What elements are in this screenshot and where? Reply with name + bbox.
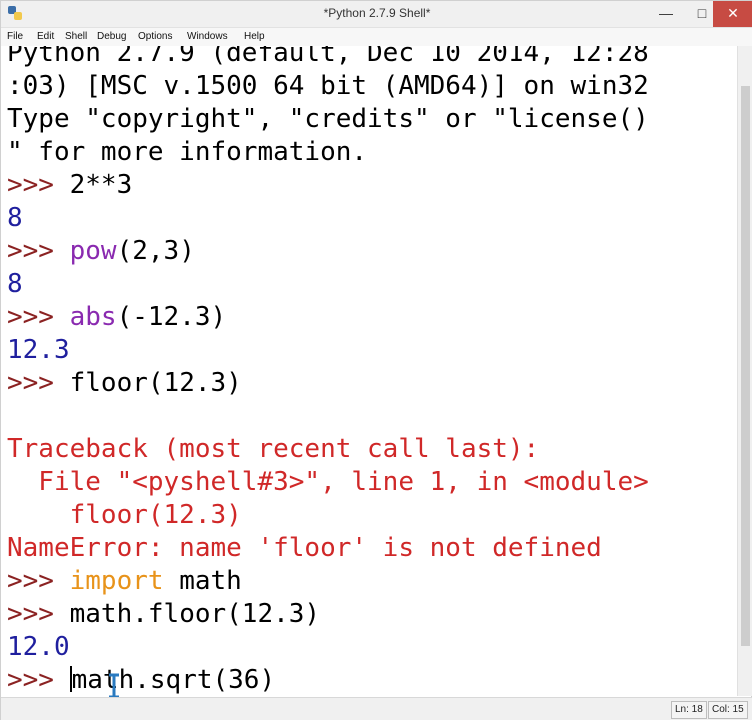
status-bar: Ln: 18 Col: 15	[1, 697, 752, 720]
shell-line: NameError: name 'floor' is not defined	[7, 532, 602, 565]
shell-text: Traceback (most recent call last):	[7, 434, 540, 464]
shell-line: >>> math.sqrt(36)	[7, 664, 275, 696]
shell-line: floor(12.3)	[7, 499, 242, 532]
shell-text-area[interactable]: Python 2.7.9 (default, Dec 10 2014, 12:2…	[1, 46, 737, 696]
shell-text: " for more information.	[7, 137, 368, 167]
shell-text: >>>	[7, 599, 70, 629]
menu-debug[interactable]: Debug	[97, 31, 126, 42]
shell-text: abs	[69, 302, 117, 332]
shell-text: 12.3	[7, 335, 70, 365]
shell-text: >>>	[7, 170, 70, 200]
shell-text: pow	[69, 236, 117, 266]
shell-line: 8	[7, 202, 23, 235]
shell-line: 8	[7, 268, 23, 301]
shell-text: >>>	[7, 566, 70, 596]
shell-line: >>> import math	[7, 565, 242, 598]
shell-line: " for more information.	[7, 136, 367, 169]
shell-line: :03) [MSC v.1500 64 bit (AMD64)] on win3…	[7, 70, 649, 103]
shell-text: >>>	[7, 236, 70, 266]
shell-text: math	[163, 566, 242, 596]
vertical-scrollbar[interactable]	[737, 46, 752, 696]
shell-text: floor(12.3)	[69, 368, 242, 398]
shell-text: >>>	[7, 665, 70, 695]
shell-text: 12.0	[7, 632, 70, 662]
shell-text: (2,3)	[116, 236, 195, 266]
scrollbar-thumb[interactable]	[741, 86, 750, 646]
shell-text: 8	[7, 203, 23, 233]
idle-shell-window: *Python 2.7.9 Shell* — □ ✕ File Edit She…	[0, 0, 752, 720]
menu-edit[interactable]: Edit	[37, 31, 54, 42]
menu-shell[interactable]: Shell	[65, 31, 87, 42]
shell-text: NameError: name 'floor' is not defined	[7, 533, 602, 563]
column-indicator: Col: 15	[708, 701, 748, 719]
shell-text: Type "copyright", "credits" or "license(…	[7, 104, 649, 134]
shell-line: >>> abs(-12.3)	[7, 301, 226, 334]
shell-text: math.sqrt(36	[71, 665, 260, 695]
shell-text: >>>	[7, 302, 70, 332]
shell-text: math.floor(12.3)	[69, 599, 321, 629]
shell-text: :03) [MSC v.1500 64 bit (AMD64)] on win3…	[7, 71, 649, 101]
shell-line: Traceback (most recent call last):	[7, 433, 539, 466]
shell-line: Python 2.7.9 (default, Dec 10 2014, 12:2…	[7, 46, 649, 70]
title-bar[interactable]: *Python 2.7.9 Shell* — □ ✕	[1, 1, 752, 28]
shell-line: >>> pow(2,3)	[7, 235, 195, 268]
python-icon	[8, 6, 22, 20]
text-cursor-icon	[109, 673, 119, 699]
shell-line: 12.3	[7, 334, 70, 367]
shell-text: )	[259, 665, 276, 695]
shell-line: >>> 2**3	[7, 169, 132, 202]
menu-bar: File Edit Shell Debug Options Windows He…	[1, 28, 752, 46]
window-title: *Python 2.7.9 Shell*	[323, 6, 431, 20]
shell-text: (-12.3)	[116, 302, 227, 332]
shell-text: 2**3	[69, 170, 133, 200]
close-button[interactable]: ✕	[713, 1, 752, 27]
shell-text: floor(12.3)	[7, 500, 242, 530]
shell-text: >>>	[7, 368, 70, 398]
menu-options[interactable]: Options	[138, 31, 172, 42]
menu-help[interactable]: Help	[244, 31, 265, 42]
shell-line: 12.0	[7, 631, 70, 664]
line-indicator: Ln: 18	[671, 701, 707, 719]
shell-text: Python 2.7.9 (default, Dec 10 2014, 12:2…	[7, 46, 649, 68]
shell-text: import	[69, 566, 164, 596]
shell-line: >>> math.floor(12.3)	[7, 598, 320, 631]
shell-line: Type "copyright", "credits" or "license(…	[7, 103, 649, 136]
shell-line: File "<pyshell#3>", line 1, in <module>	[7, 466, 649, 499]
minimize-button[interactable]: —	[649, 1, 683, 27]
shell-text: File "<pyshell#3>", line 1, in <module>	[7, 467, 649, 497]
shell-line: >>> floor(12.3)	[7, 367, 242, 400]
menu-windows[interactable]: Windows	[187, 31, 228, 42]
menu-file[interactable]: File	[7, 31, 23, 42]
shell-text: 8	[7, 269, 23, 299]
